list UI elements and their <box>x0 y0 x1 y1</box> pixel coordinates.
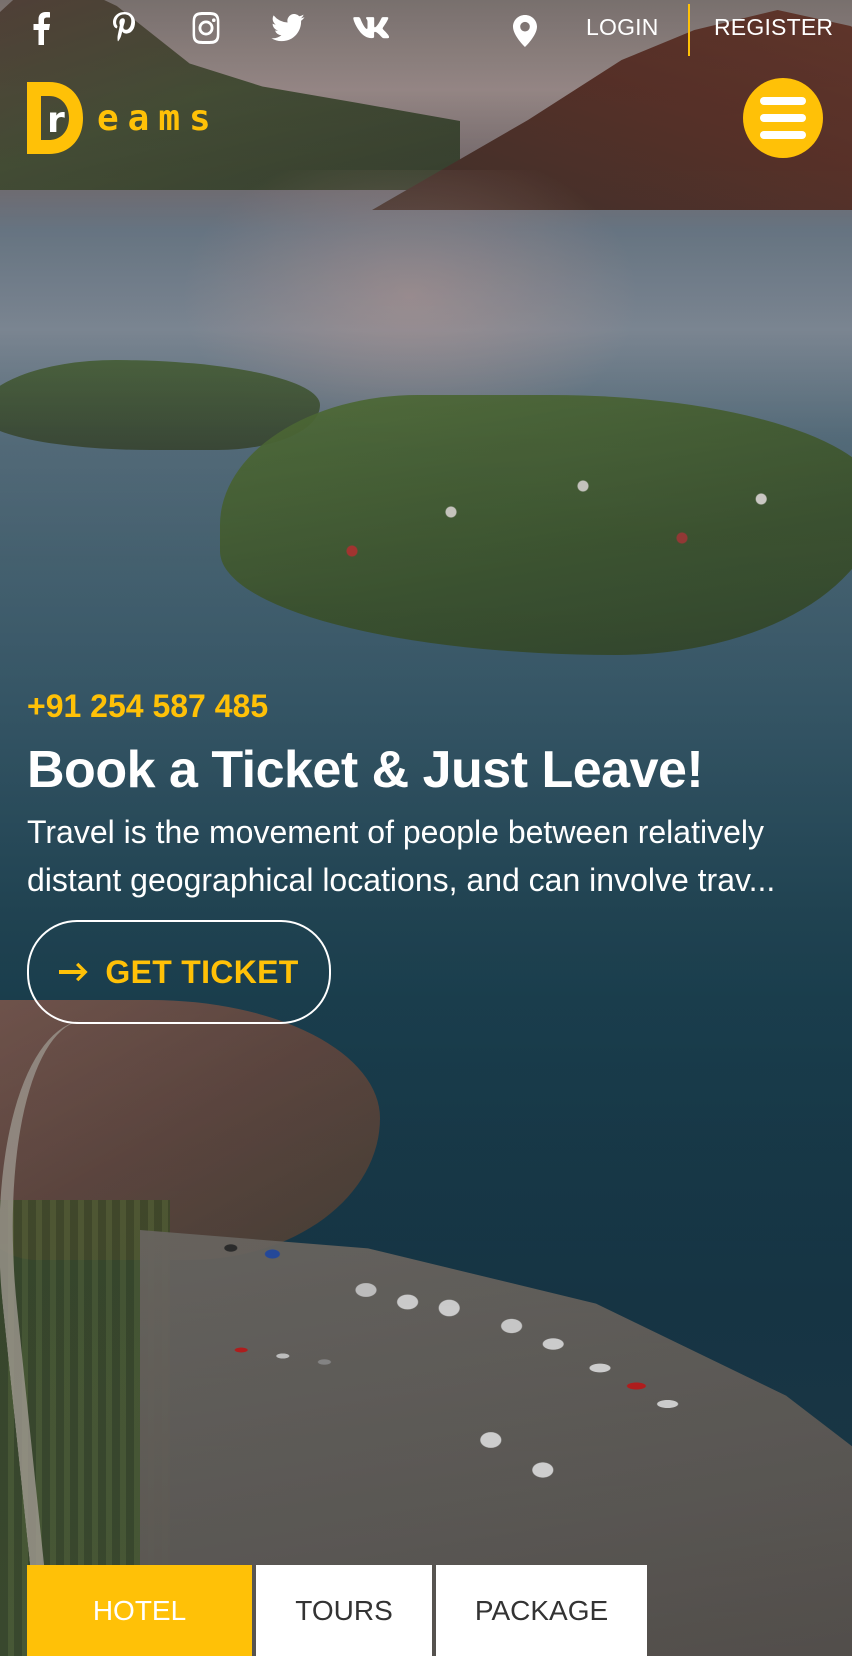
tab-package[interactable]: PACKAGE <box>436 1565 647 1656</box>
hero-description-line: Travel is the movement of people between… <box>27 814 764 850</box>
facebook-icon[interactable] <box>21 8 61 48</box>
map-pin-icon[interactable] <box>509 13 541 49</box>
top-bar: LOGIN REGISTER <box>0 0 852 60</box>
twitter-icon[interactable] <box>268 8 308 48</box>
hero-description: Travel is the movement of people between… <box>27 808 827 904</box>
contact-phone[interactable]: +91 254 587 485 <box>27 688 268 725</box>
arrow-right-icon <box>59 962 89 982</box>
menu-bar <box>760 114 806 122</box>
pinterest-icon[interactable] <box>104 8 144 48</box>
hero-title: Book a Ticket & Just Leave! <box>27 741 704 799</box>
instagram-icon[interactable] <box>186 8 226 48</box>
register-link[interactable]: REGISTER <box>714 14 833 41</box>
hamburger-menu-icon[interactable] <box>743 78 823 158</box>
logo-text: eams <box>97 98 220 139</box>
get-ticket-label: GET TICKET <box>105 953 299 990</box>
tab-tours[interactable]: TOURS <box>256 1565 432 1656</box>
site-logo[interactable]: r eams <box>27 82 247 154</box>
hero-description-line: distant geographical locations, and can … <box>27 862 776 898</box>
tab-hotel[interactable]: HOTEL <box>27 1565 252 1656</box>
auth-divider <box>688 4 690 56</box>
menu-bar <box>760 131 806 139</box>
booking-tabs: HOTEL TOURS PACKAGE <box>27 1565 647 1656</box>
get-ticket-button[interactable]: GET TICKET <box>27 920 331 1024</box>
logo-letter-r: r <box>47 100 65 141</box>
vk-icon[interactable] <box>351 8 391 48</box>
menu-bar <box>760 97 806 105</box>
login-link[interactable]: LOGIN <box>586 14 659 41</box>
